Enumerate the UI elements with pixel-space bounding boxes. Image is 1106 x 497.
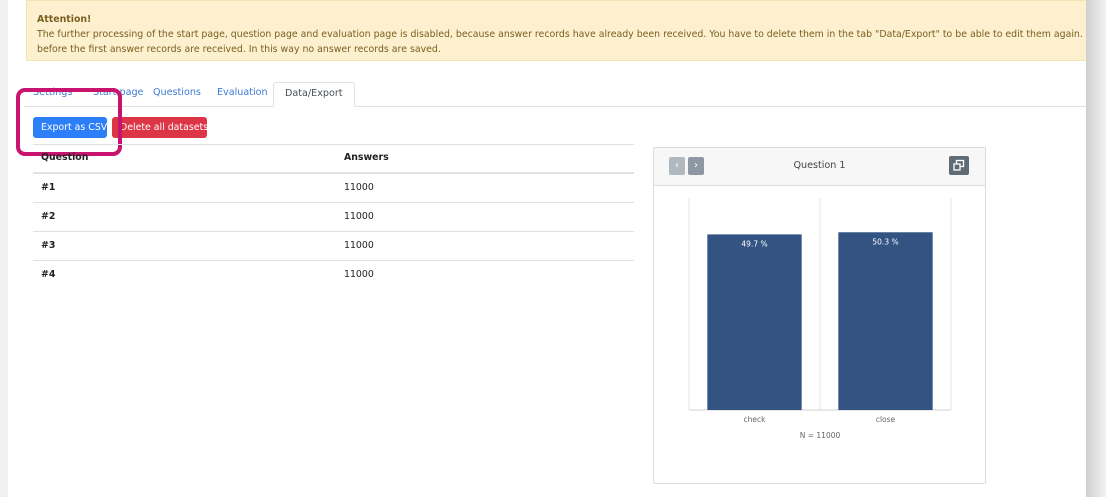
attention-alert: Attention! The further processing of the… [26, 0, 1086, 61]
delete-all-datasets-button[interactable]: Delete all datasets [112, 117, 208, 138]
chart-card-header: ‹ › Question 1 [654, 148, 985, 186]
table-row: #4 11000 [33, 261, 634, 289]
bar-data-label: 50.3 % [872, 237, 898, 246]
answers-cell: 11000 [344, 211, 374, 222]
x-tick-label: close [876, 415, 896, 424]
table-row: #3 11000 [33, 232, 634, 261]
question-cell: #3 [41, 240, 56, 251]
question-cell: #2 [41, 211, 56, 222]
answers-cell: 11000 [344, 269, 374, 280]
answers-table: Question Answers #1 11000 #2 11000 #3 11… [33, 144, 634, 289]
bar-check [707, 234, 802, 410]
alert-title: Attention! [37, 14, 92, 25]
tab-questions[interactable]: Questions [153, 82, 201, 106]
tab-evaluation[interactable]: Evaluation [217, 82, 268, 106]
column-header-question: Question [41, 152, 89, 163]
alert-text-line-2: before the first answer records are rece… [37, 44, 441, 55]
bar-close [838, 232, 933, 410]
expand-window-icon[interactable] [949, 156, 969, 175]
question-cell: #1 [41, 182, 56, 193]
window-edge [1086, 0, 1106, 497]
alert-text-line-1: The further processing of the start page… [37, 29, 1086, 40]
sample-size-note: N = 11000 [800, 431, 841, 440]
chart-card: ‹ › Question 1 49.7 % check 50.3 % close N =… [653, 147, 986, 484]
question-cell: #4 [41, 269, 56, 280]
table-header: Question Answers [33, 144, 634, 174]
bar-chart: 49.7 % check 50.3 % close N = 11000 [688, 198, 952, 440]
x-tick-label: check [744, 415, 767, 424]
tab-data-export[interactable]: Data/Export [273, 82, 355, 107]
answers-cell: 11000 [344, 240, 374, 251]
bar-data-label: 49.7 % [741, 239, 767, 248]
column-header-answers: Answers [344, 152, 389, 163]
chart-title: Question 1 [793, 160, 846, 171]
answers-cell: 11000 [344, 182, 374, 193]
table-row: #2 11000 [33, 203, 634, 232]
tab-bar: Settings Start page Questions Evaluation… [24, 82, 1086, 107]
table-row: #1 11000 [33, 174, 634, 203]
